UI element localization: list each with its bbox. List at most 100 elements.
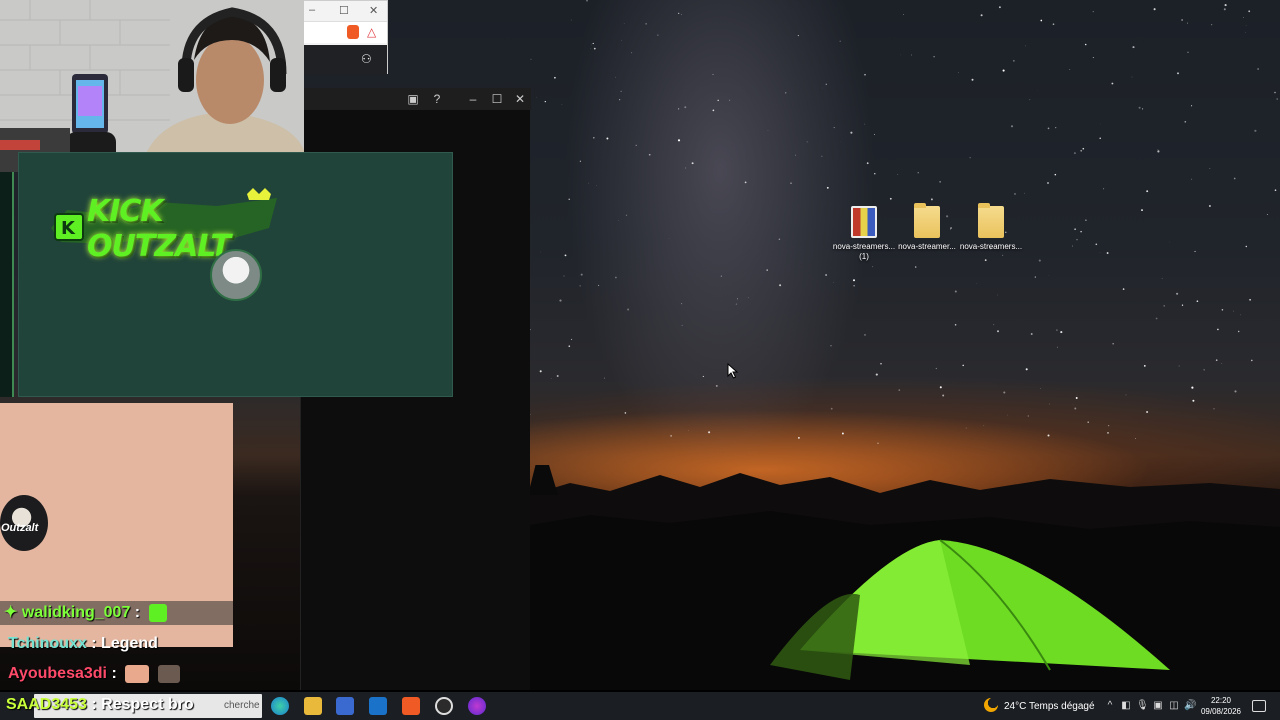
star	[1193, 251, 1195, 252]
star	[559, 299, 562, 302]
minimize-icon[interactable]: –	[465, 91, 481, 107]
taskbar-clock[interactable]: 22:20 09/08/2026	[1198, 695, 1244, 717]
star	[898, 389, 901, 391]
help-icon[interactable]: ?	[429, 91, 445, 107]
star	[1157, 150, 1160, 153]
display-icon[interactable]: ▣	[1152, 700, 1164, 712]
tray-app-icon[interactable]: ◧	[1120, 700, 1132, 712]
star	[1056, 329, 1058, 331]
star	[1191, 105, 1193, 107]
star	[1034, 276, 1036, 278]
volume-icon[interactable]: 🔊	[1184, 700, 1196, 712]
star	[911, 54, 912, 56]
star	[897, 173, 899, 175]
close-icon[interactable]: ✕	[512, 91, 528, 107]
star	[747, 297, 749, 299]
star	[712, 109, 715, 112]
notification-icon[interactable]	[1252, 700, 1266, 712]
profile-icon[interactable]: ⚇	[361, 52, 372, 66]
star	[735, 303, 738, 305]
file-explorer-icon[interactable]	[304, 697, 322, 715]
store-icon[interactable]	[336, 697, 354, 715]
star	[737, 298, 738, 300]
star	[1092, 57, 1094, 59]
star	[1266, 214, 1268, 215]
star	[544, 100, 546, 103]
star	[954, 324, 957, 326]
star	[1075, 397, 1078, 399]
star	[1131, 76, 1133, 78]
star	[1125, 394, 1127, 396]
star	[1223, 8, 1226, 11]
star	[1025, 368, 1028, 371]
star	[767, 130, 769, 131]
star	[1060, 331, 1063, 334]
moon-weather-icon[interactable]	[984, 698, 998, 712]
star	[1052, 23, 1055, 26]
microphone-icon[interactable]: 🎙	[1136, 700, 1149, 712]
star	[872, 266, 874, 268]
star	[596, 185, 597, 186]
weather-widget[interactable]: 24°C Temps dégagé	[1004, 701, 1095, 712]
star	[839, 40, 841, 42]
star	[678, 12, 680, 15]
desktop-icon-folder[interactable]: nova-streamers...	[959, 203, 1023, 252]
star	[530, 58, 532, 60]
star	[678, 108, 680, 110]
star	[1274, 189, 1277, 192]
chat-username: SAAD3453	[6, 696, 87, 713]
star	[1257, 68, 1259, 70]
brave-shield-icon[interactable]	[347, 25, 359, 39]
maximize-icon[interactable]: ☐	[489, 91, 505, 107]
star	[1135, 438, 1137, 439]
chat-username: Ayoubesa3di	[8, 665, 107, 682]
app-icon[interactable]	[468, 697, 486, 715]
badge-icon: ✦	[4, 604, 18, 621]
star	[877, 442, 879, 444]
chevron-up-icon[interactable]: ^	[1104, 700, 1116, 712]
star	[1209, 167, 1211, 169]
star	[620, 90, 622, 92]
desktop-screen: nova-streamers... (1) nova-streamer... n…	[0, 0, 1280, 720]
star	[702, 375, 704, 377]
star	[1161, 278, 1163, 279]
star	[1276, 98, 1278, 100]
mail-icon[interactable]	[369, 697, 387, 715]
star	[1014, 193, 1016, 195]
network-icon[interactable]: ◫	[1168, 700, 1180, 712]
star	[1073, 152, 1076, 155]
clock-time: 22:20	[1210, 696, 1232, 705]
star	[648, 153, 651, 156]
star	[935, 367, 937, 370]
rewards-triangle-icon[interactable]: △	[367, 25, 376, 39]
star	[1092, 11, 1094, 13]
minimize-icon[interactable]: –	[309, 4, 315, 16]
star	[1143, 365, 1146, 367]
star	[779, 284, 782, 287]
star	[939, 181, 941, 183]
close-icon[interactable]: ✕	[369, 4, 378, 17]
star	[1146, 410, 1149, 414]
star	[615, 76, 616, 78]
star	[592, 42, 594, 45]
star	[564, 254, 567, 257]
star	[606, 137, 609, 140]
kick-banner: K KICK OUTZALT	[18, 152, 453, 397]
star	[550, 378, 552, 379]
webcam-scene	[0, 0, 304, 172]
star	[965, 427, 967, 429]
star	[1057, 346, 1058, 348]
overlay-side-strip	[0, 172, 14, 397]
desktop-icon-folder[interactable]: nova-streamer...	[895, 203, 959, 252]
brave-icon[interactable]	[402, 697, 420, 715]
star	[866, 162, 869, 165]
star	[1245, 25, 1247, 26]
star	[1095, 243, 1098, 246]
desktop-icon-archive[interactable]: nova-streamers... (1)	[832, 206, 896, 262]
obs-icon[interactable]	[435, 697, 453, 715]
maximize-icon[interactable]: ☐	[339, 4, 349, 17]
star	[900, 54, 902, 56]
edge-icon[interactable]	[271, 697, 289, 715]
dock-icon[interactable]: ▣	[405, 91, 421, 107]
star	[1112, 343, 1114, 345]
